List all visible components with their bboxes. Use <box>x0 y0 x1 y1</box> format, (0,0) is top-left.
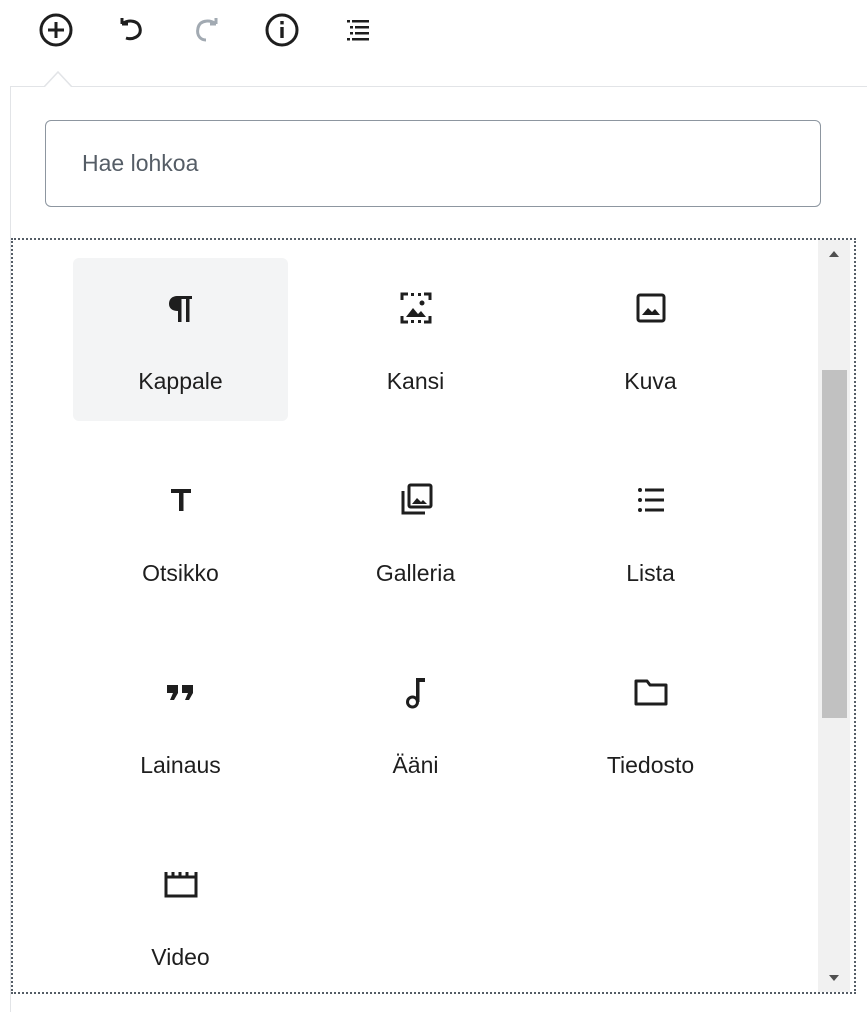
add-block-button[interactable] <box>34 8 78 52</box>
editor-toolbar <box>0 0 867 60</box>
block-item-tiedosto[interactable]: Tiedosto <box>543 642 758 805</box>
scroll-thumb[interactable] <box>822 370 847 718</box>
block-label: Kansi <box>386 368 445 394</box>
block-list-scrollbar[interactable] <box>818 240 850 992</box>
block-label: Lista <box>626 560 675 586</box>
scroll-down-arrow-icon[interactable] <box>818 964 850 992</box>
block-label: Ääni <box>392 752 439 778</box>
redo-icon <box>196 18 218 42</box>
quote-icon <box>157 668 205 716</box>
block-label: Galleria <box>375 560 456 586</box>
undo-button[interactable] <box>110 8 154 52</box>
image-icon <box>627 284 675 332</box>
heading-icon <box>157 476 205 524</box>
audio-note-icon <box>392 668 440 716</box>
block-item-aani[interactable]: Ääni <box>308 642 523 805</box>
block-grid: Kappale Kansi Kuva Otsikko Galleria List… <box>73 258 823 992</box>
gallery-icon <box>392 476 440 524</box>
redo-button[interactable] <box>184 8 228 52</box>
block-item-video[interactable]: Video <box>73 834 288 992</box>
block-search-input[interactable] <box>45 120 821 207</box>
block-label: Tiedosto <box>606 752 695 778</box>
popover-arrow <box>44 70 72 87</box>
outline-button[interactable] <box>336 8 380 52</box>
block-item-kuva[interactable]: Kuva <box>543 258 758 421</box>
block-item-galleria[interactable]: Galleria <box>308 450 523 613</box>
scroll-up-arrow-icon[interactable] <box>818 240 850 268</box>
block-label: Kuva <box>624 368 677 394</box>
block-item-lista[interactable]: Lista <box>543 450 758 613</box>
block-item-kansi[interactable]: Kansi <box>308 258 523 421</box>
info-button[interactable] <box>260 8 304 52</box>
block-search <box>45 120 821 207</box>
undo-icon <box>120 18 142 41</box>
folder-icon <box>627 668 675 716</box>
list-icon <box>627 476 675 524</box>
list-outline-icon <box>347 20 369 41</box>
cover-image-icon <box>392 284 440 332</box>
plus-circle-icon <box>39 13 73 47</box>
block-item-otsikko[interactable]: Otsikko <box>73 450 288 613</box>
block-item-lainaus[interactable]: Lainaus <box>73 642 288 805</box>
block-label: Otsikko <box>142 560 219 586</box>
paragraph-icon <box>157 284 205 332</box>
block-item-kappale[interactable]: Kappale <box>73 258 288 421</box>
video-icon <box>157 860 205 908</box>
block-label: Kappale <box>138 368 223 394</box>
block-label: Video <box>151 944 210 970</box>
block-label: Lainaus <box>140 752 221 778</box>
info-icon <box>265 13 299 47</box>
block-list: Kappale Kansi Kuva Otsikko Galleria List… <box>11 238 856 994</box>
